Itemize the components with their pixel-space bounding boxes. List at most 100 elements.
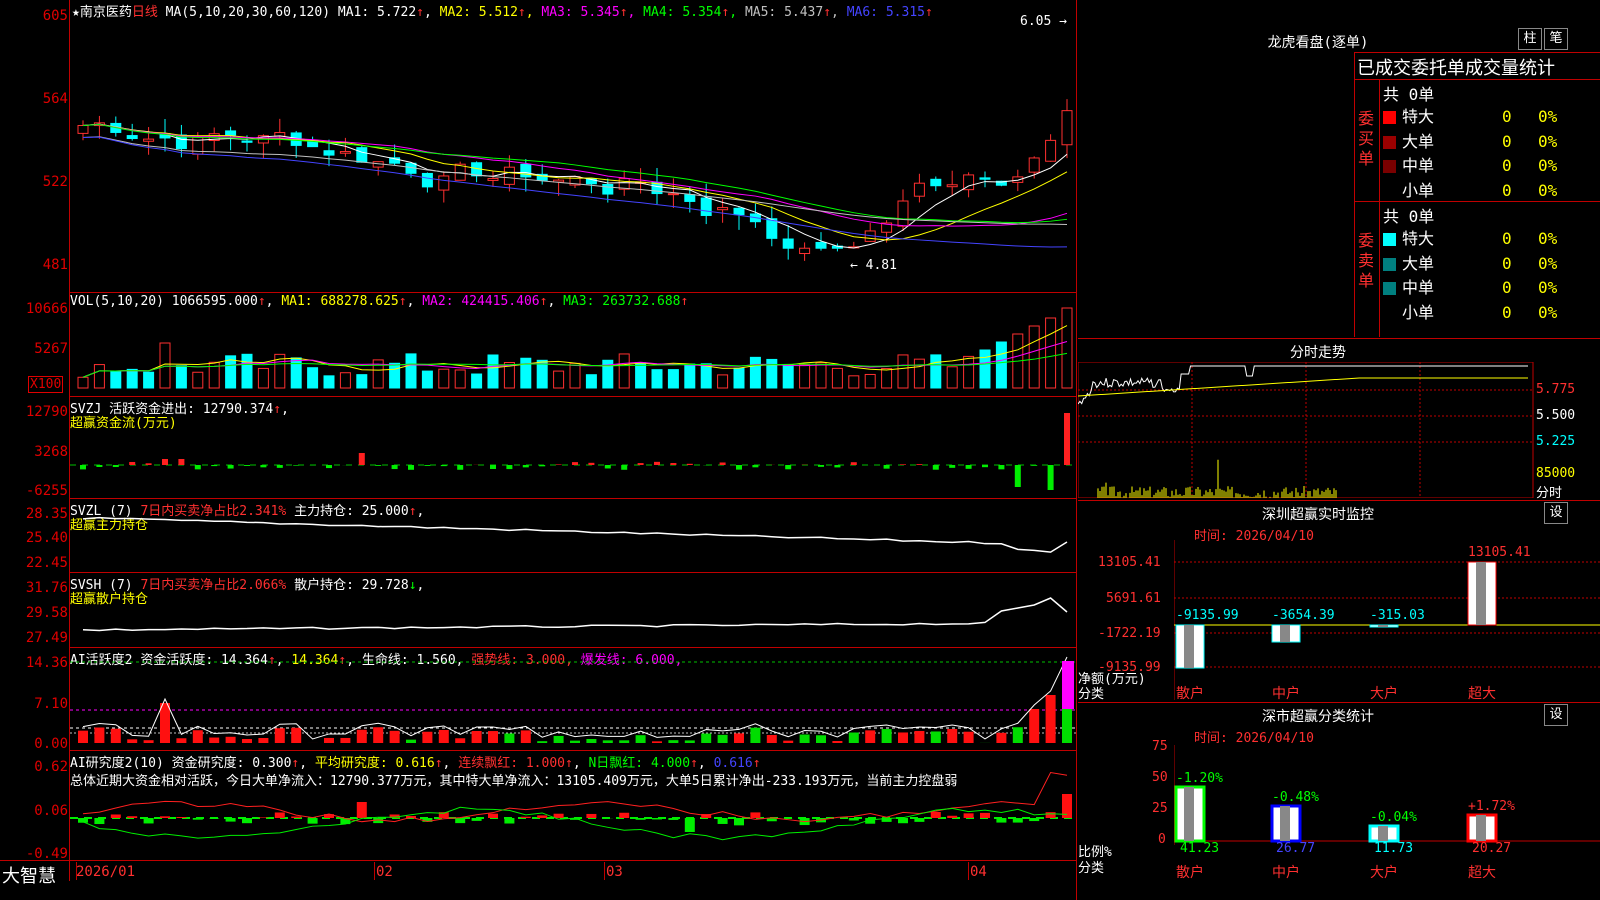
volume-bar — [553, 370, 565, 389]
volume-bar — [930, 354, 942, 389]
volume-bar — [175, 365, 187, 389]
svzj-bar — [194, 465, 201, 470]
volume-bar — [700, 363, 712, 389]
order-row-pct: 0% — [1538, 107, 1558, 126]
price-axis-label: 564 — [42, 91, 68, 107]
ai-research-bar — [898, 818, 908, 824]
order-row-pct: 0% — [1538, 156, 1558, 175]
cls-axis-label: 0 — [1158, 832, 1166, 847]
cls-yunit: 分类 — [1078, 861, 1105, 876]
svzj-chart[interactable] — [70, 398, 1076, 498]
order-row-label: 大单 — [1402, 253, 1435, 273]
ai-activity-chart[interactable] — [70, 649, 1076, 750]
cls-ratio-chart[interactable] — [1174, 745, 1600, 845]
svzj-bar — [850, 462, 857, 465]
ai-research-bar — [192, 818, 203, 820]
order-stats-panel: 已成交委托单成交量统计 委买单 委卖单 共 0单 共 0单 特大 0 0% 大单 0 0%… — [1354, 52, 1600, 337]
ai-research-bar — [848, 818, 859, 821]
ai-research-bar — [242, 818, 252, 824]
candle-body — [913, 182, 925, 197]
svsh-axis-label: 31.76 — [25, 580, 68, 596]
candle-body — [684, 194, 696, 202]
candlestick-chart[interactable] — [70, 0, 1076, 292]
order-row-count: 0 — [1502, 107, 1512, 126]
order-row-count: 0 — [1502, 278, 1512, 297]
main-chart-area[interactable]: ★南京医药日线 MA(5,10,20,30,60,120) MA1: 5.722… — [0, 0, 1077, 900]
volume-bar — [454, 369, 466, 389]
cls-settings-button[interactable]: 设 — [1544, 704, 1568, 726]
svzj-axis-label: 3268 — [34, 444, 68, 460]
ai-research-bar — [914, 818, 925, 822]
brand-label: 大智慧 — [2, 866, 56, 887]
cls-change-label: -1.20% — [1176, 771, 1223, 786]
ai-activity-bar — [488, 731, 498, 743]
order-row-count: 0 — [1502, 180, 1512, 200]
sz-axis-label: 5691.61 — [1106, 591, 1161, 606]
volume-bar — [290, 357, 302, 389]
tick-mode-button[interactable]: 笔 — [1544, 28, 1568, 50]
sz-monitor-title: 深圳超赢实时监控 — [1262, 507, 1374, 523]
volume-axis-label: 5267 — [34, 341, 68, 357]
buy-total: 共 0单 — [1383, 85, 1435, 104]
svzj-bar — [965, 465, 972, 469]
right-panel: 龙虎看盘(逐单) 柱 笔 已成交委托单成交量统计 委买单 委卖单 共 0单 共 … — [1078, 0, 1600, 900]
svzj-bar — [883, 465, 890, 469]
sz-net-bar-shade — [1184, 625, 1194, 668]
bar-mode-button[interactable]: 柱 — [1518, 28, 1542, 50]
svzj-bar — [654, 461, 660, 465]
volume-bar — [717, 374, 729, 389]
intraday-chart[interactable] — [1078, 362, 1534, 498]
ai-activity-bar — [422, 731, 433, 743]
volume-bar — [1045, 317, 1057, 389]
volume-bar — [77, 376, 89, 389]
svzj-bar — [719, 462, 726, 465]
svzl-chart[interactable] — [70, 500, 1076, 572]
sz-axis-label: 13105.41 — [1098, 555, 1161, 570]
ai-activity-bar — [537, 741, 548, 743]
volume-chart[interactable] — [70, 296, 1076, 396]
sz-settings-button[interactable]: 设 — [1544, 502, 1568, 524]
ai-activity-bar — [553, 735, 564, 743]
ai-research-bar — [668, 818, 679, 820]
svzj-bar — [490, 465, 496, 470]
ai-research-bar — [586, 813, 597, 818]
ai-research-bar — [455, 818, 466, 824]
sz-category-label: 大户 — [1370, 686, 1398, 702]
candle-body — [667, 193, 679, 196]
order-row: 特大 0 0% — [1383, 103, 1557, 127]
volume-bar — [782, 364, 794, 389]
color-swatch — [1383, 184, 1396, 198]
svzj-bar — [375, 465, 382, 466]
ai-research-bar — [520, 816, 531, 818]
ai-research-bar — [537, 815, 548, 818]
ai-research-chart[interactable] — [70, 752, 1076, 860]
svzj-bar — [178, 459, 185, 465]
cls-ratio-bar-shade — [1476, 815, 1486, 841]
volume-bar — [913, 358, 925, 389]
svzj-bar — [293, 465, 300, 466]
sz-net-bar-shade — [1280, 625, 1290, 642]
cls-time: 时间: 2026/04/10 — [1194, 731, 1314, 746]
volume-bar — [389, 362, 401, 389]
candle-body — [520, 163, 532, 178]
cls-ratio-bar-shade — [1184, 787, 1194, 841]
candle-body — [503, 166, 515, 185]
volume-bar — [520, 357, 532, 389]
candle-body — [339, 151, 351, 154]
candle-body — [717, 207, 729, 211]
svsh-chart[interactable] — [70, 574, 1076, 647]
order-row: 小单 0 0% — [1383, 177, 1557, 201]
intraday-axis-label: 分时 — [1536, 486, 1563, 501]
ai-research-bar — [1012, 818, 1023, 823]
sz-category-label: 中户 — [1272, 686, 1300, 702]
ai-activity-bar — [766, 734, 777, 743]
svzj-bar — [900, 464, 906, 465]
cls-category-label: 大户 — [1370, 865, 1398, 881]
candle-body — [897, 200, 909, 227]
svzj-bar — [96, 465, 103, 467]
ai-research-bar — [143, 818, 154, 824]
ai-activity-bar — [717, 734, 728, 743]
volume-bar — [963, 355, 975, 389]
ai-research-bar — [160, 816, 170, 818]
ai-activity-bar — [947, 729, 958, 743]
